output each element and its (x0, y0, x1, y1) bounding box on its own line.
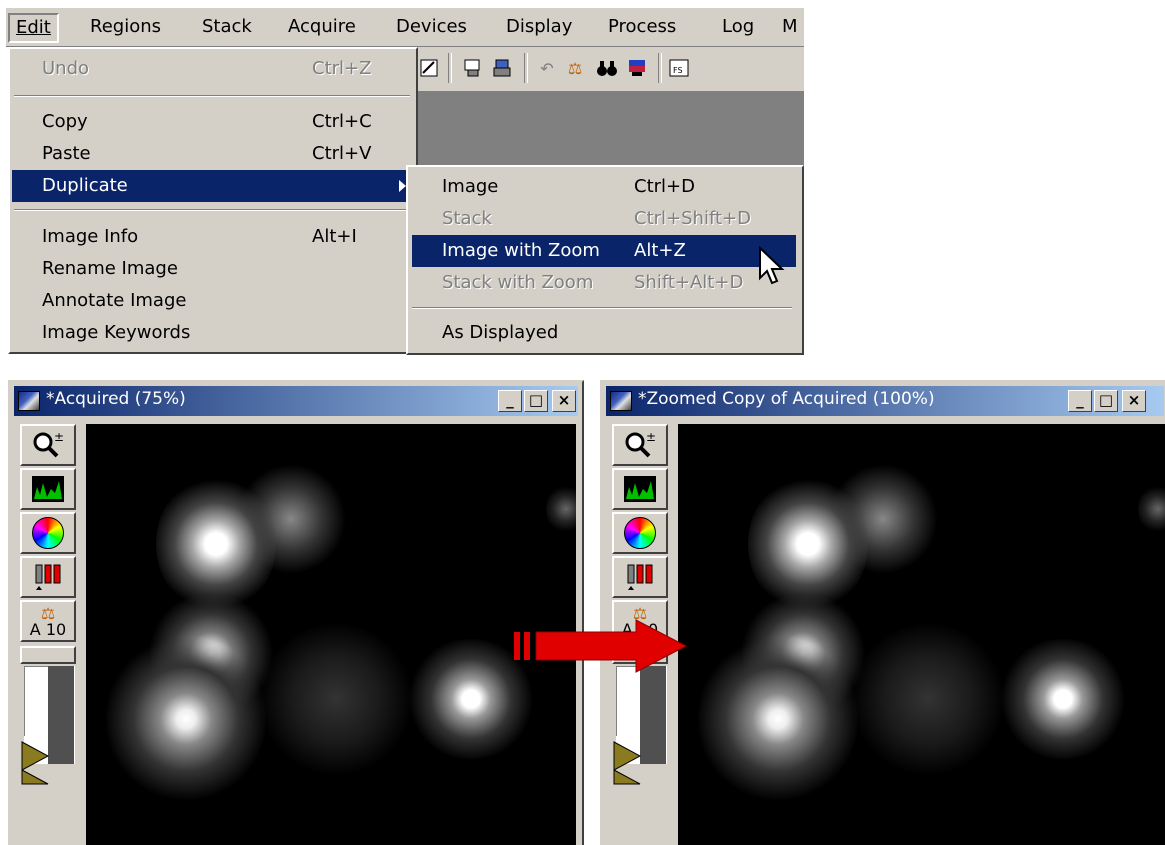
intensity-scale[interactable] (20, 666, 80, 786)
menu-acquire[interactable]: Acquire (282, 13, 362, 43)
edit-menu: Undo Ctrl+Z Copy Ctrl+C Paste Ctrl+V Dup… (8, 47, 418, 354)
menu-item-rename-image[interactable]: Rename Image (12, 253, 414, 285)
image-tool-sidebar: ± ⚖ A 10 (18, 424, 82, 845)
histogram-icon (22, 470, 74, 508)
red-arrow-icon (514, 619, 688, 673)
menu-edit[interactable]: Edit (8, 13, 59, 43)
level-marker-icon[interactable] (612, 740, 642, 786)
channel-select-button[interactable] (20, 556, 76, 598)
menu-log[interactable]: Log (716, 13, 760, 43)
scale-button[interactable]: ⚖ A 10 (20, 600, 76, 642)
menu-display[interactable]: Display (500, 13, 578, 43)
workspace-background (412, 92, 804, 167)
menu-process[interactable]: Process (602, 13, 682, 43)
region-tool-icon[interactable] (418, 57, 440, 79)
svg-text:FS: FS (673, 66, 683, 75)
histogram-button[interactable] (612, 468, 668, 510)
zoom-icon: ± (22, 426, 74, 464)
color-map-button[interactable] (612, 512, 668, 554)
filter-icon[interactable] (626, 57, 648, 79)
channels-icon (22, 558, 74, 596)
window-titlebar[interactable]: *Zoomed Copy of Acquired (100%) _ □ × (606, 386, 1164, 416)
sidebar-spacer (20, 646, 76, 664)
image-window-acquired: *Acquired (75%) _ □ × ± ⚖ A 10 (8, 380, 584, 845)
close-button[interactable]: × (1122, 390, 1146, 412)
menu-item-copy[interactable]: Copy Ctrl+C (12, 106, 414, 138)
window-title: *Zoomed Copy of Acquired (100%) (638, 389, 935, 409)
menu-item-paste[interactable]: Paste Ctrl+V (12, 138, 414, 170)
duplicate-submenu: Image Ctrl+D Stack Ctrl+Shift+D Image wi… (406, 165, 804, 355)
svg-text:±: ± (54, 430, 64, 444)
maximize-button[interactable]: □ (1094, 390, 1118, 412)
color-map-button[interactable] (20, 512, 76, 554)
zoom-icon: ± (614, 426, 666, 464)
stack-tool-icon[interactable] (492, 57, 514, 79)
color-wheel-icon (22, 514, 74, 552)
intensity-scale[interactable] (612, 666, 672, 786)
overlay-tool-icon[interactable] (462, 57, 484, 79)
channel-select-button[interactable] (612, 556, 668, 598)
minimize-button[interactable]: _ (498, 390, 522, 412)
submenu-item-stack-with-zoom[interactable]: Stack with Zoom Shift+Alt+D (412, 267, 796, 299)
balance-icon[interactable]: ⚖ (564, 57, 586, 79)
zoom-tool-button[interactable]: ± (20, 424, 76, 466)
level-marker-icon[interactable] (20, 740, 50, 786)
binoculars-icon[interactable] (596, 57, 618, 79)
submenu-arrow-icon (399, 180, 406, 192)
menu-item-undo[interactable]: Undo Ctrl+Z (12, 53, 414, 85)
submenu-item-stack[interactable]: Stack Ctrl+Shift+D (412, 203, 796, 235)
scale-label: A 10 (29, 620, 67, 639)
zoom-tool-button[interactable]: ± (612, 424, 668, 466)
menu-separator (14, 209, 410, 211)
maximize-button[interactable]: □ (524, 390, 548, 412)
channels-icon (614, 558, 666, 596)
submenu-item-as-displayed[interactable]: As Displayed (412, 317, 796, 349)
menu-more[interactable]: M (776, 13, 804, 43)
image-display[interactable] (678, 424, 1165, 845)
menu-regions[interactable]: Regions (84, 13, 167, 43)
image-window-zoomed-copy: *Zoomed Copy of Acquired (100%) _ □ × ± (600, 380, 1165, 845)
window-app-icon (18, 391, 40, 411)
close-button[interactable]: × (552, 390, 576, 412)
undo-icon[interactable]: ↶ (536, 57, 558, 79)
menu-separator (14, 95, 410, 97)
menu-item-duplicate[interactable]: Duplicate (12, 170, 414, 202)
menu-item-annotate-image[interactable]: Annotate Image (12, 285, 414, 317)
histogram-button[interactable] (20, 468, 76, 510)
toolbar: ↶ ⚖ FS (412, 47, 804, 92)
window-title: *Acquired (75%) (46, 389, 186, 409)
submenu-item-image[interactable]: Image Ctrl+D (412, 171, 796, 203)
menu-item-image-info[interactable]: Image Info Alt+I (12, 221, 414, 253)
minimize-button[interactable]: _ (1068, 390, 1092, 412)
menu-separator (412, 307, 792, 309)
mouse-cursor-icon (759, 246, 785, 285)
window-app-icon (610, 391, 632, 411)
submenu-item-image-with-zoom[interactable]: Image with Zoom Alt+Z (412, 235, 796, 267)
svg-text:±: ± (646, 430, 656, 444)
histogram-icon (614, 470, 666, 508)
image-display[interactable] (86, 424, 576, 845)
fs-icon[interactable]: FS (668, 57, 690, 79)
window-titlebar[interactable]: *Acquired (75%) _ □ × (14, 386, 578, 416)
menu-item-image-keywords[interactable]: Image Keywords (12, 317, 414, 349)
menu-bar: Edit Regions Stack Acquire Devices Displ… (6, 8, 804, 47)
menu-stack[interactable]: Stack (196, 13, 258, 43)
menu-devices[interactable]: Devices (390, 13, 473, 43)
color-wheel-icon (614, 514, 666, 552)
